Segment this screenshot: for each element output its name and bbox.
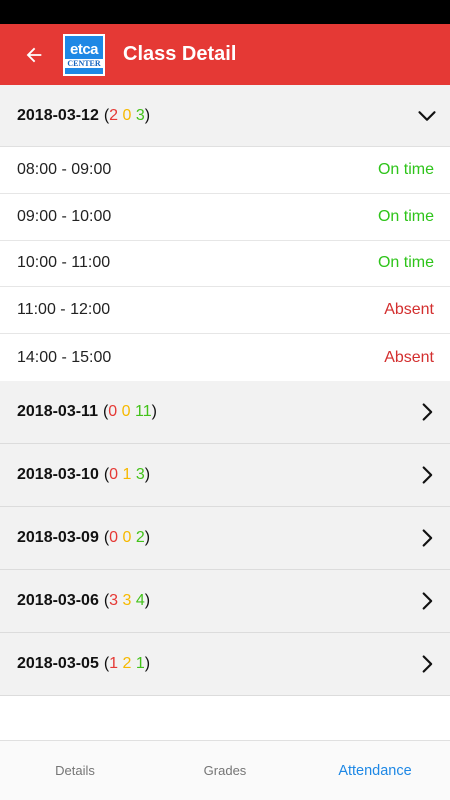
attendance-counts: (0 1 3)	[103, 465, 151, 483]
date-group-header[interactable]: 2018-03-05 (1 2 1)	[0, 632, 450, 696]
ontime-count: 3	[135, 106, 145, 124]
status-bar	[0, 0, 450, 24]
date-group-header[interactable]: 2018-03-09 (0 0 2)	[0, 506, 450, 570]
ontime-count: 3	[135, 465, 145, 483]
slot-status: On time	[377, 254, 434, 272]
late-count: 3	[122, 591, 132, 609]
ontime-count: 4	[135, 591, 145, 609]
late-count: 0	[122, 528, 132, 546]
chevron-right-icon[interactable]	[414, 399, 440, 425]
slot-time: 10:00 - 11:00	[17, 254, 111, 272]
group-date: 2018-03-12	[17, 106, 99, 124]
tab-attendance[interactable]: Attendance	[300, 741, 450, 800]
logo-text: etca	[69, 40, 99, 58]
page-title: Class Detail	[123, 43, 237, 65]
attendance-counts: (0 0 2)	[103, 528, 151, 546]
group-date: 2018-03-10	[17, 465, 99, 483]
group-date: 2018-03-06	[17, 591, 99, 609]
app-bar: etca CENTER Class Detail	[0, 24, 450, 85]
chevron-right-icon[interactable]	[414, 651, 440, 677]
late-count: 1	[122, 465, 132, 483]
slot-status: Absent	[384, 348, 434, 366]
slot-time: 14:00 - 15:00	[17, 348, 112, 366]
date-group-header[interactable]: 2018-03-11 (0 0 11)	[0, 380, 450, 444]
time-slot-row: 11:00 - 12:00 Absent	[0, 287, 450, 335]
late-count: 2	[122, 654, 132, 672]
arrow-left-icon	[26, 47, 42, 62]
slot-time: 09:00 - 10:00	[17, 207, 112, 225]
group-date: 2018-03-09	[17, 528, 99, 546]
slot-status: On time	[377, 207, 434, 225]
attendance-counts: (2 0 3)	[103, 106, 151, 124]
slot-time: 11:00 - 12:00	[17, 301, 111, 319]
late-count: 0	[121, 402, 131, 420]
absent-count: 0	[108, 402, 118, 420]
tab-details[interactable]: Details	[0, 741, 150, 800]
time-slot-list: 08:00 - 09:00 On time 09:00 - 10:00 On t…	[0, 147, 450, 381]
chevron-right-icon[interactable]	[414, 525, 440, 551]
absent-count: 3	[109, 591, 119, 609]
absent-count: 0	[109, 528, 119, 546]
attendance-counts: (3 3 4)	[103, 591, 151, 609]
slot-status: Absent	[384, 301, 434, 319]
chevron-right-icon[interactable]	[414, 462, 440, 488]
attendance-counts: (0 0 11)	[102, 402, 157, 420]
slot-time: 08:00 - 09:00	[17, 160, 112, 178]
chevron-right-icon[interactable]	[414, 588, 440, 614]
ontime-count: 1	[135, 654, 145, 672]
absent-count: 2	[109, 106, 119, 124]
ontime-count: 2	[135, 528, 145, 546]
ontime-count: 11	[135, 402, 152, 420]
attendance-counts: (1 2 1)	[103, 654, 151, 672]
date-group-header[interactable]: 2018-03-12 (2 0 3)	[0, 85, 450, 147]
late-count: 0	[122, 106, 132, 124]
etca-logo: etca CENTER	[63, 33, 105, 76]
time-slot-row: 10:00 - 11:00 On time	[0, 241, 450, 288]
date-group-header[interactable]: 2018-03-10 (0 1 3)	[0, 443, 450, 507]
attendance-list: 2018-03-12 (2 0 3) 08:00 - 09:00 On time…	[0, 85, 450, 740]
tab-grades[interactable]: Grades	[150, 741, 300, 800]
back-button[interactable]	[17, 38, 51, 72]
date-group-header[interactable]: 2018-03-06 (3 3 4)	[0, 569, 450, 633]
time-slot-row: 09:00 - 10:00 On time	[0, 194, 450, 241]
time-slot-row: 08:00 - 09:00 On time	[0, 147, 450, 194]
absent-count: 1	[109, 654, 119, 672]
chevron-down-icon[interactable]	[414, 103, 440, 129]
absent-count: 0	[109, 465, 119, 483]
time-slot-row: 14:00 - 15:00 Absent	[0, 334, 450, 381]
slot-status: On time	[377, 160, 434, 178]
group-date: 2018-03-11	[17, 402, 98, 420]
bottom-navigation: Details Grades Attendance	[0, 740, 450, 800]
group-date: 2018-03-05	[17, 654, 99, 672]
logo-subtext: CENTER	[65, 58, 103, 68]
